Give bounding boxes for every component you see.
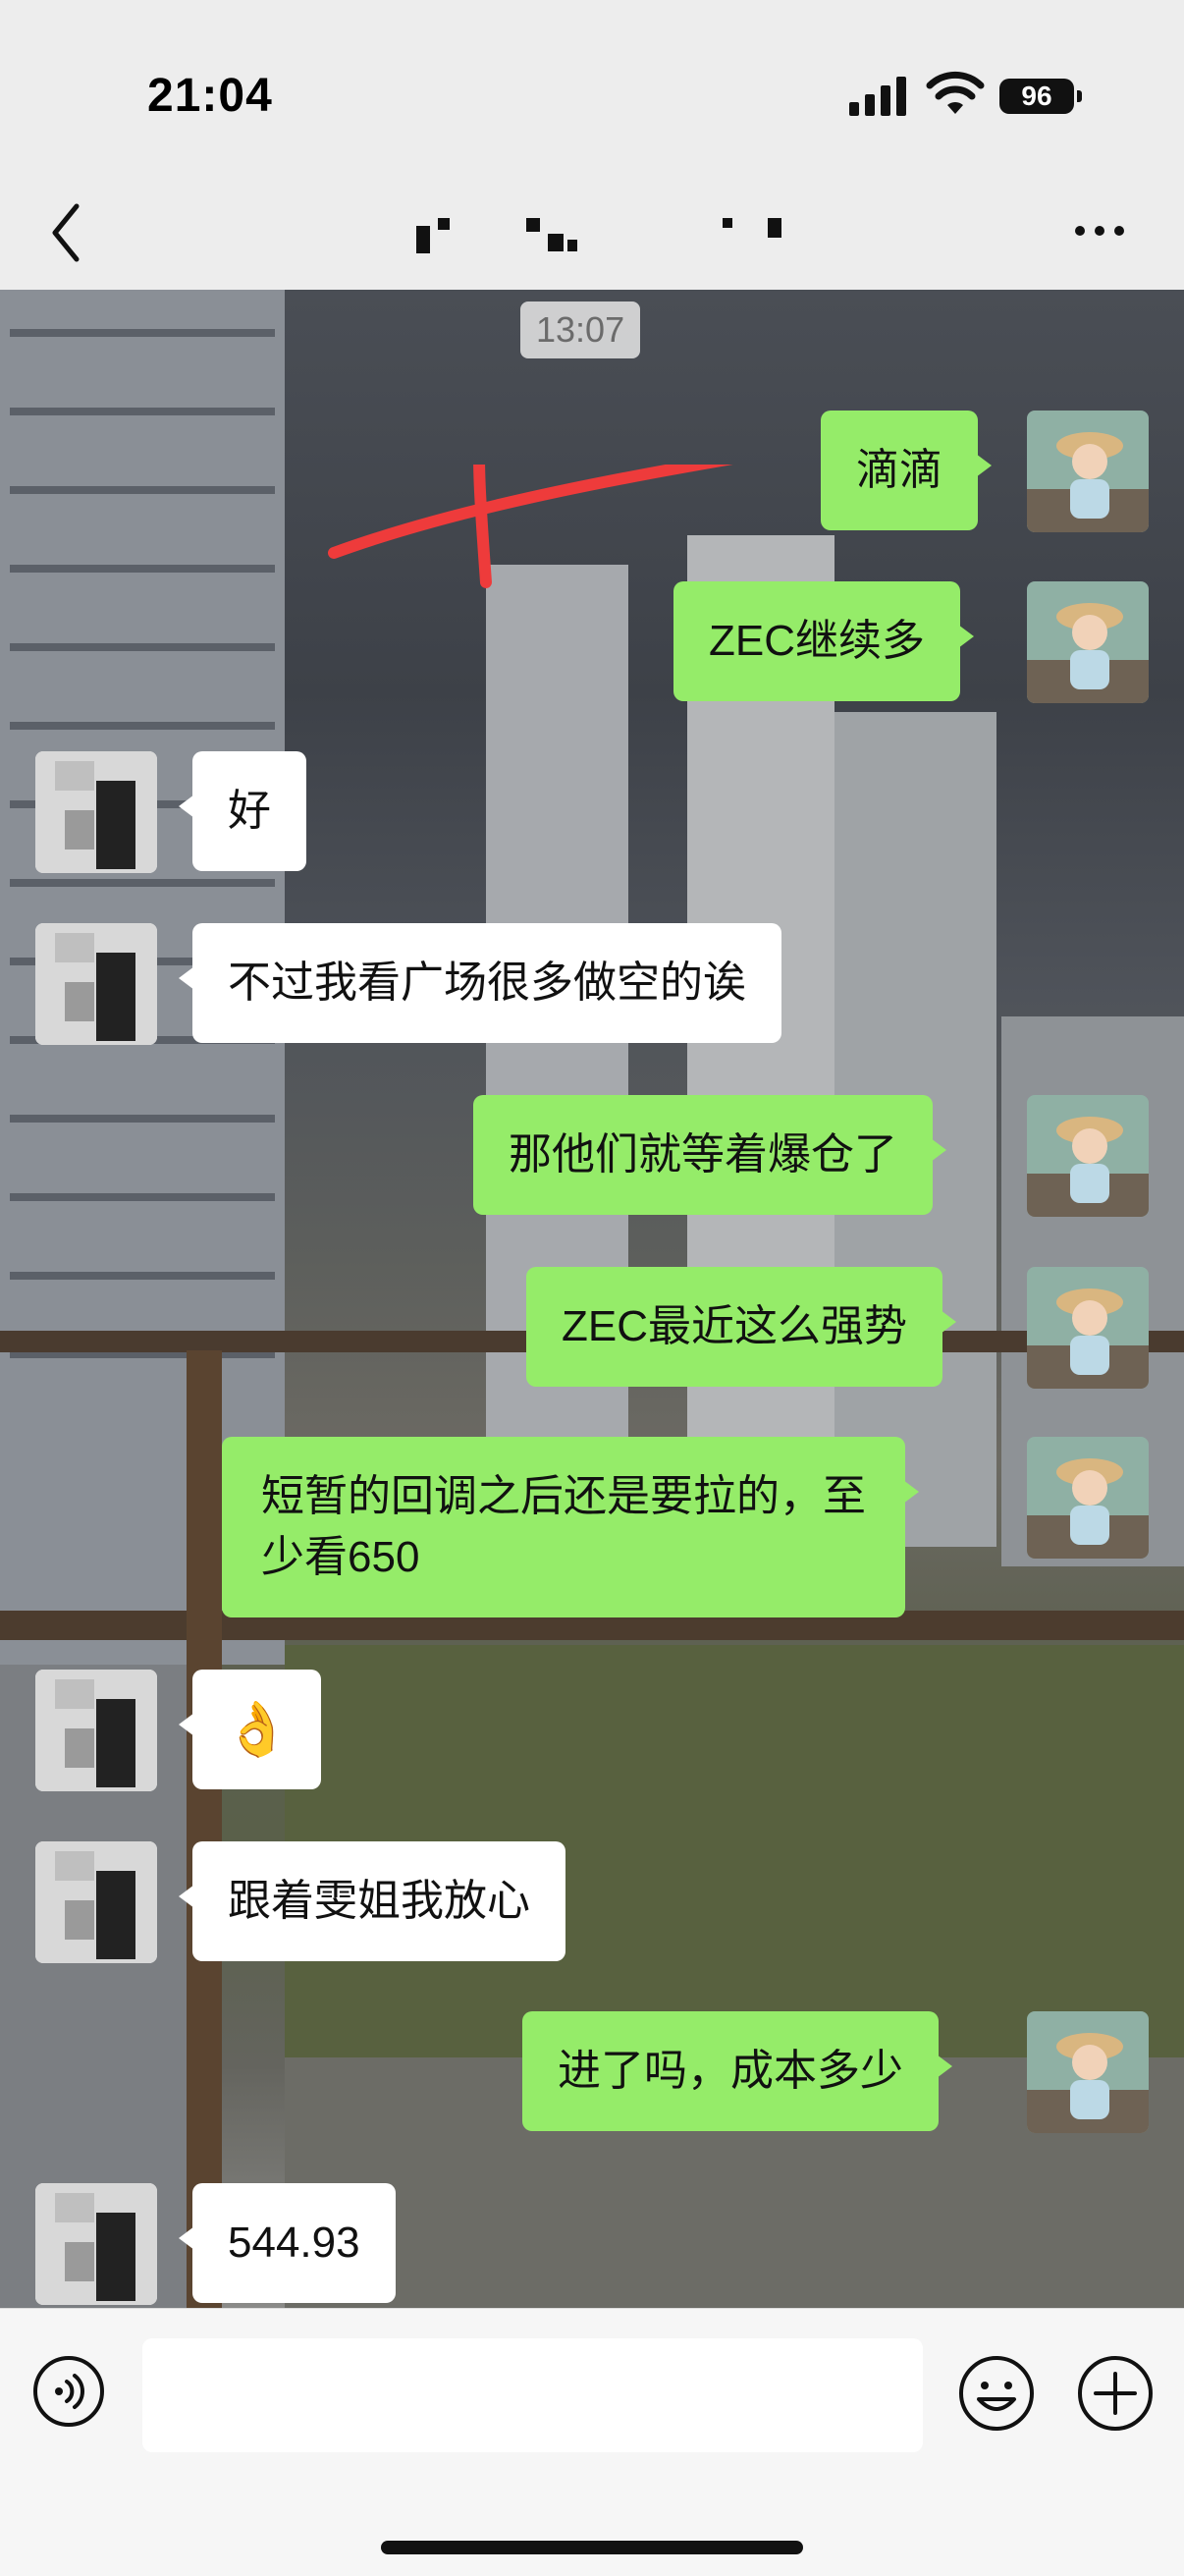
message-text: 跟着雯姐我放心 — [228, 1877, 530, 1925]
contact-avatar-redacted[interactable] — [35, 923, 157, 1045]
back-chevron-icon[interactable] — [47, 198, 86, 267]
more-actions-plus-icon[interactable] — [1076, 2354, 1155, 2433]
more-options-icon[interactable] — [1070, 216, 1129, 246]
message-text: 好 — [228, 787, 271, 835]
wifi-icon — [926, 71, 985, 114]
status-time: 21:04 — [147, 70, 273, 122]
ok-hand-emoji: 👌 — [224, 1700, 291, 1759]
pixelated-avatar-icon — [35, 1670, 157, 1791]
pixelated-avatar-icon — [35, 1841, 157, 1963]
pixelated-avatar-icon — [35, 923, 157, 1045]
avatar-photo-icon — [1027, 2011, 1149, 2133]
contact-avatar-redacted[interactable] — [35, 1841, 157, 1963]
received-message-bubble[interactable]: 544.93 — [179, 2183, 396, 2303]
message-text-input[interactable] — [142, 2338, 923, 2452]
emoji-picker-icon[interactable] — [957, 2354, 1036, 2433]
received-message-bubble[interactable]: 好 — [179, 751, 306, 871]
message-text-line-1: 短暂的回调之后还是要拉的，至 — [261, 1472, 866, 1520]
my-avatar[interactable] — [1027, 1437, 1149, 1559]
avatar-photo-icon — [1027, 581, 1149, 703]
avatar-photo-icon — [1027, 411, 1149, 532]
message-text: 那他们就等着爆仓了 — [509, 1130, 897, 1178]
my-avatar[interactable] — [1027, 581, 1149, 703]
message-text: 544.93 — [228, 2219, 360, 2267]
my-avatar[interactable] — [1027, 1267, 1149, 1389]
my-avatar[interactable] — [1027, 2011, 1149, 2133]
received-message-bubble[interactable]: 不过我看广场很多做空的诶 — [179, 923, 781, 1043]
avatar-photo-icon — [1027, 1095, 1149, 1217]
message-text-line-2: 少看650 — [261, 1533, 420, 1581]
message-input-bar — [0, 2308, 1184, 2576]
message-text: 不过我看广场很多做空的诶 — [228, 959, 746, 1007]
contact-avatar-redacted[interactable] — [35, 751, 157, 873]
battery-indicator: 96 — [999, 79, 1082, 114]
status-bar: 21:04 96 — [0, 0, 1184, 177]
contact-name-redacted — [410, 216, 793, 255]
message-text: ZEC继续多 — [709, 617, 925, 665]
sent-message-bubble[interactable]: 短暂的回调之后还是要拉的，至 少看650 — [222, 1437, 919, 1617]
pixelated-avatar-icon — [35, 2183, 157, 2305]
pixelated-avatar-icon — [35, 751, 157, 873]
message-text: 滴滴 — [856, 446, 942, 494]
sent-message-bubble[interactable]: 进了吗，成本多少 — [522, 2011, 952, 2131]
my-avatar[interactable] — [1027, 1095, 1149, 1217]
sent-message-bubble[interactable]: ZEC继续多 — [673, 581, 974, 701]
message-timestamp: 13:07 — [520, 301, 641, 358]
avatar-photo-icon — [1027, 1267, 1149, 1389]
sent-message-bubble[interactable]: 那他们就等着爆仓了 — [473, 1095, 946, 1215]
message-text: 进了吗，成本多少 — [558, 2047, 903, 2095]
home-indicator[interactable] — [381, 2541, 803, 2554]
message-text: ZEC最近这么强势 — [562, 1302, 907, 1350]
contact-avatar-redacted[interactable] — [35, 1670, 157, 1791]
avatar-photo-icon — [1027, 1437, 1149, 1559]
sent-message-bubble[interactable]: ZEC最近这么强势 — [526, 1267, 956, 1387]
received-message-bubble[interactable]: 👌 — [178, 1670, 322, 1789]
contact-avatar-redacted[interactable] — [35, 2183, 157, 2305]
sent-message-bubble[interactable]: 滴滴 — [821, 411, 992, 530]
chat-message-area[interactable]: 13:07 滴滴 ZEC继续多 好 不过我看广场很多做空的诶 那他们就等着爆仓了… — [0, 290, 1184, 2308]
my-avatar[interactable] — [1027, 411, 1149, 532]
voice-input-icon[interactable] — [31, 2354, 106, 2429]
cellular-signal-icon — [849, 77, 906, 116]
received-message-bubble[interactable]: 跟着雯姐我放心 — [179, 1841, 565, 1961]
chat-header — [0, 177, 1184, 290]
